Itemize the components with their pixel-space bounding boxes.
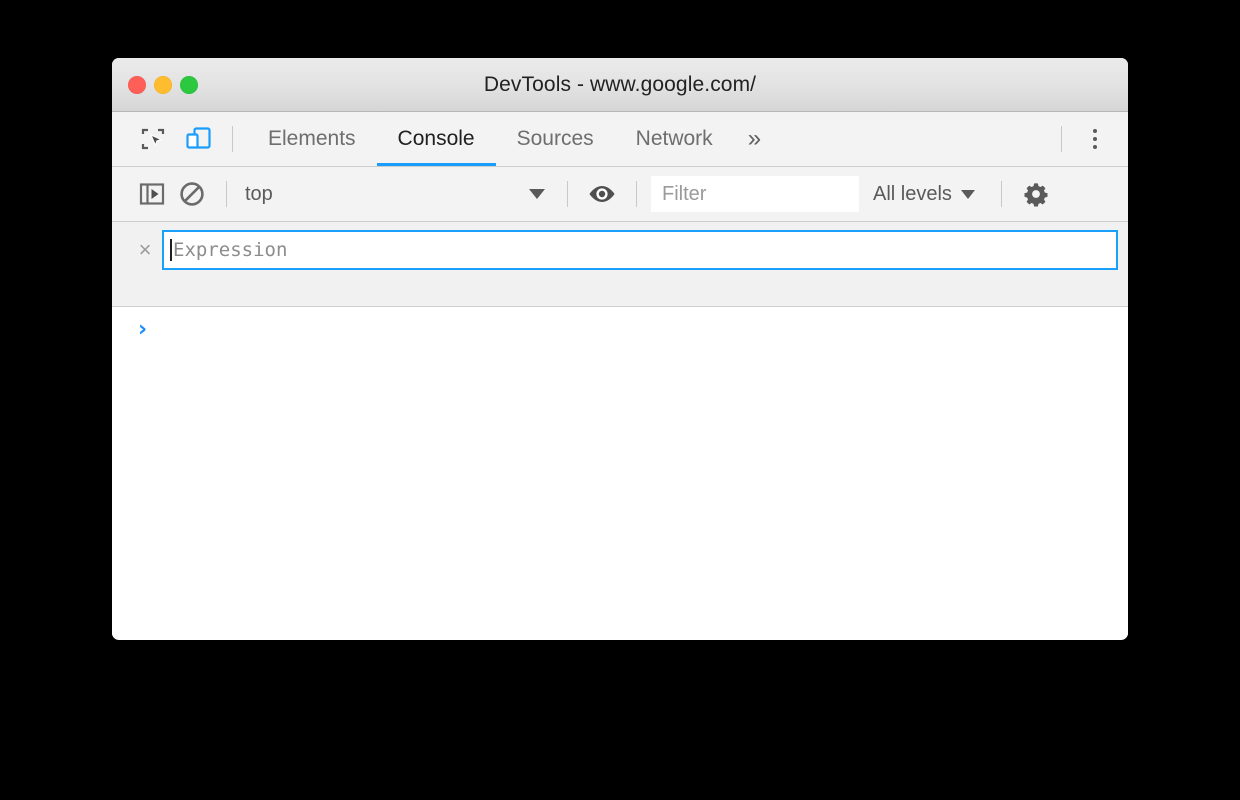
eye-icon[interactable]	[582, 174, 622, 214]
log-levels-dropdown[interactable]: All levels	[859, 183, 987, 206]
kebab-menu-icon[interactable]	[1076, 120, 1114, 158]
chevron-down-icon	[529, 189, 545, 199]
devtools-window: DevTools - www.google.com/ Elements Cons…	[112, 58, 1128, 640]
clear-console-icon[interactable]	[172, 174, 212, 214]
tab-sources[interactable]: Sources	[496, 112, 615, 166]
text-caret	[170, 239, 172, 261]
console-toolbar-divider-3	[636, 181, 637, 207]
more-tabs-icon[interactable]: »	[734, 127, 775, 151]
tab-network-label: Network	[635, 127, 713, 150]
log-levels-label: All levels	[873, 182, 952, 205]
live-expression-placeholder: Expression	[173, 239, 288, 261]
tab-elements[interactable]: Elements	[247, 112, 377, 166]
tabbar-right-group	[1047, 120, 1128, 158]
tab-console[interactable]: Console	[376, 112, 496, 166]
window-titlebar: DevTools - www.google.com/	[112, 58, 1128, 112]
toolbar-divider	[232, 126, 233, 152]
gear-icon[interactable]	[1016, 174, 1056, 214]
filter-placeholder: Filter	[662, 182, 707, 205]
panel-tabs: Elements Console Sources Network	[247, 112, 734, 166]
execution-context-dropdown[interactable]: top	[241, 177, 553, 211]
console-toolbar-divider-2	[567, 181, 568, 207]
console-toolbar-divider-1	[226, 181, 227, 207]
tab-network[interactable]: Network	[615, 112, 734, 166]
console-prompt-row[interactable]: ›	[112, 319, 1128, 341]
console-output-area[interactable]: ›	[112, 307, 1128, 637]
console-toolbar: top Filter All levels	[112, 167, 1128, 222]
chevron-down-icon	[960, 189, 975, 199]
tab-console-label: Console	[397, 127, 475, 150]
device-toolbar-icon[interactable]	[180, 120, 218, 158]
devtools-tabbar: Elements Console Sources Network »	[112, 112, 1128, 167]
live-expression-input[interactable]: Expression	[162, 230, 1118, 270]
filter-input[interactable]: Filter	[651, 176, 859, 212]
inspect-element-icon[interactable]	[134, 120, 172, 158]
live-expression-row: × Expression	[112, 230, 1128, 270]
tab-sources-label: Sources	[516, 127, 594, 150]
console-toolbar-divider-4	[1000, 181, 1002, 207]
execution-context-label: top	[245, 182, 273, 205]
tabbar-right-divider	[1061, 126, 1062, 152]
tab-elements-label: Elements	[268, 127, 356, 150]
console-sidebar-toggle-icon[interactable]	[132, 174, 172, 214]
console-prompt-icon: ›	[138, 317, 148, 342]
window-title: DevTools - www.google.com/	[483, 72, 757, 96]
close-icon[interactable]: ×	[128, 233, 162, 267]
live-expressions-pane: × Expression	[112, 222, 1128, 307]
